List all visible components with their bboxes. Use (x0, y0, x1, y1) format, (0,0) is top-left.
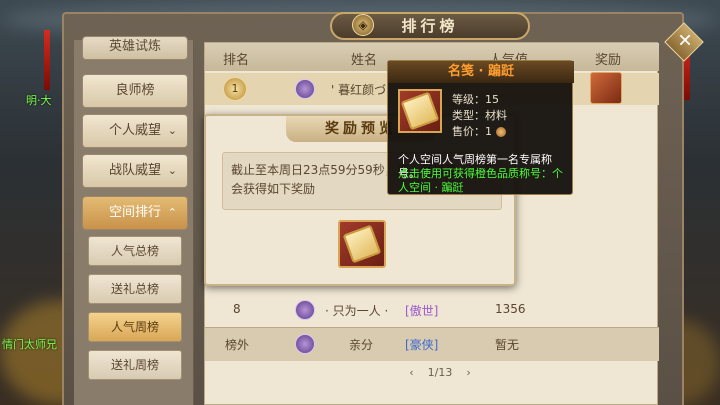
chevron-down-icon: ⌄ (167, 124, 177, 137)
sub-popularity-total[interactable]: 人气总榜 (88, 236, 182, 266)
player-name-label: 情门太师兄 (2, 338, 57, 351)
coin-icon (495, 127, 506, 137)
next-page-icon[interactable]: › (466, 366, 470, 379)
nav-hero-trial[interactable]: 英雄试炼 (82, 36, 188, 60)
player-name: · 只为一人 · (325, 304, 389, 318)
nav-team-prestige[interactable]: 战队威望 ⌄ (82, 154, 188, 188)
guild-tag: [豪侠] (405, 338, 439, 352)
avatar (295, 79, 315, 99)
popularity-value: 暂无 (495, 338, 520, 352)
category-sidebar: 英雄试炼 良师榜 个人威望 ⌄ 战队威望 ⌄ 空间排行 ⌃ 人气总榜 送礼总榜 人气周… (74, 36, 194, 405)
sub-gift-weekly[interactable]: 送礼周榜 (88, 350, 182, 380)
sub-gift-total[interactable]: 送礼总榜 (88, 274, 182, 304)
item-tooltip: 名笺 · 蹁跹 等级：15 类型：材料 售价：1 个人空间人气周榜第一名专属称号… (387, 60, 574, 195)
chevron-up-icon: ⌃ (167, 206, 177, 219)
sub-popularity-weekly[interactable]: 人气周榜 (88, 312, 182, 342)
nav-mentor-rank[interactable]: 良师榜 (82, 74, 188, 108)
title-bar: 排行榜 ◈ (62, 8, 684, 40)
tooltip-title: 名笺 · 蹁跹 (388, 61, 574, 83)
nav-space-ranking[interactable]: 空间排行 ⌃ (82, 196, 188, 230)
header-name: 姓名 (351, 53, 378, 68)
reward-icon[interactable] (590, 72, 622, 104)
item-use-hint: 点击使用可获得橙色品质称号：个人空间 · 蹁跹 (398, 167, 563, 194)
prev-page-icon[interactable]: ‹ (409, 366, 413, 379)
rank-medal-icon: 1 (223, 77, 247, 101)
table-row[interactable]: 8 · 只为一人 · [傲世] 1356 (205, 294, 659, 326)
scroll-icon (342, 224, 382, 264)
player-name: 亲分 (349, 338, 374, 352)
item-level: 等级：15 (452, 93, 499, 106)
item-type: 类型：材料 (452, 109, 507, 122)
item-icon (398, 89, 442, 133)
emblem-icon: ◈ (352, 14, 374, 36)
table-row-self[interactable]: 榜外 亲分 [豪侠] 暂无 (205, 327, 659, 361)
header-reward: 奖励 (595, 53, 622, 68)
avatar (295, 300, 315, 320)
guild-tag: [傲世] (405, 304, 439, 318)
item-price: 售价：1 (452, 123, 506, 139)
pagination: ‹ 1/13 › (380, 366, 500, 384)
header-rank: 排名 (223, 53, 250, 68)
avatar (295, 334, 315, 354)
scroll-icon (400, 91, 440, 131)
popularity-value: 1356 (495, 302, 526, 316)
nav-personal-prestige[interactable]: 个人威望 ⌄ (82, 114, 188, 148)
rank-value: 榜外 (225, 338, 250, 352)
lantern-decoration (44, 30, 50, 90)
close-icon: ✕ (677, 30, 693, 52)
rank-value: 8 (233, 302, 241, 316)
player-name-label: 明·大 (26, 94, 52, 107)
player-name: ' 暮红颜づ (331, 83, 387, 97)
reward-item-icon[interactable] (338, 220, 386, 268)
page-indicator: 1/13 (427, 366, 453, 379)
chevron-down-icon: ⌄ (167, 164, 177, 177)
